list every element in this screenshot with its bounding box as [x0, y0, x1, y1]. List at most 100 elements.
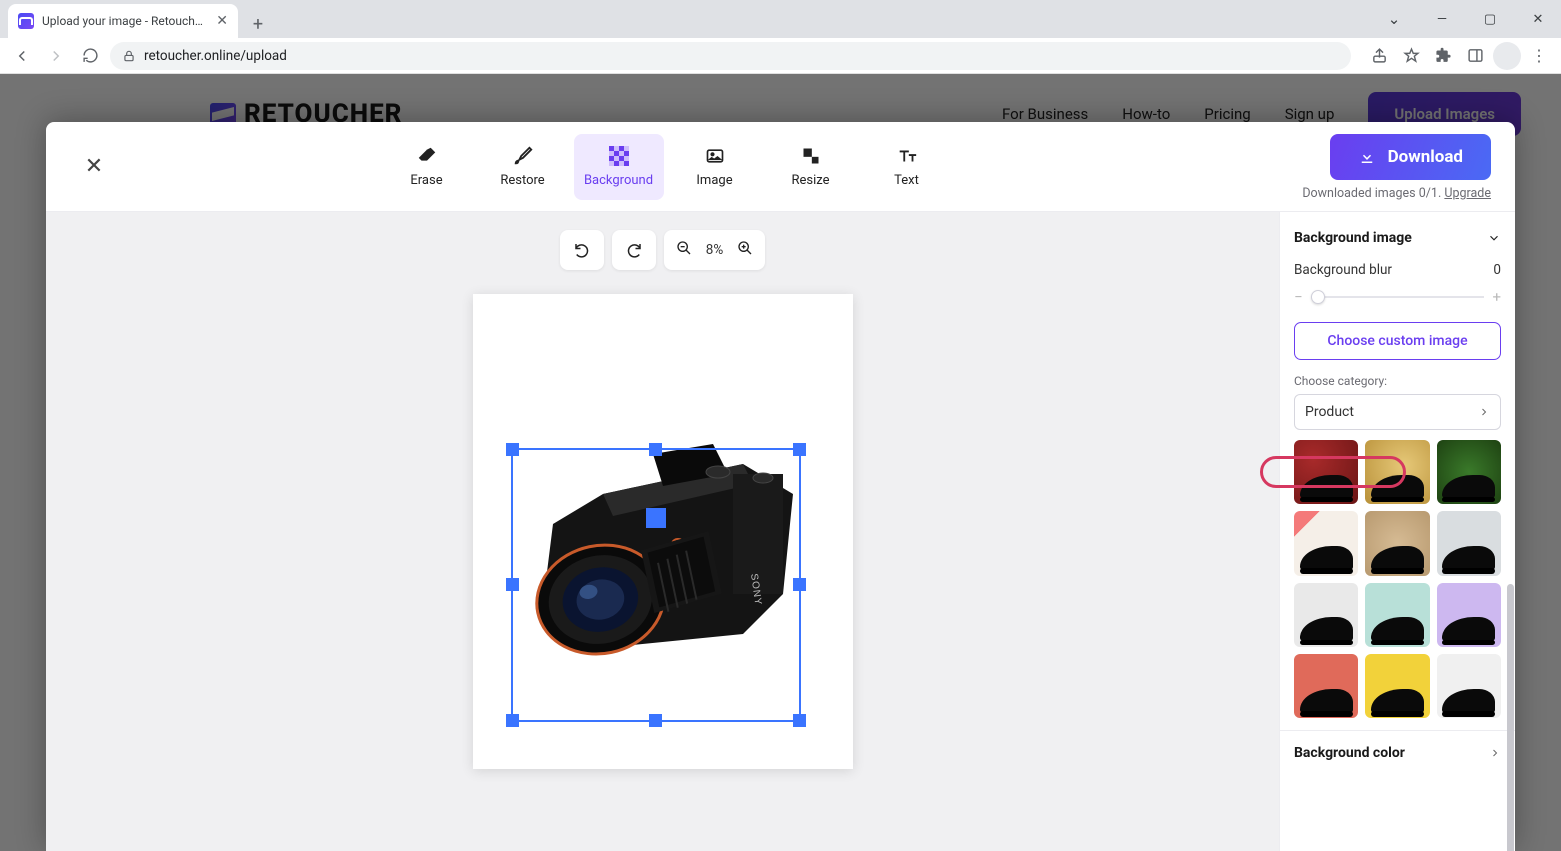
- choose-category-label: Choose category:: [1294, 374, 1501, 388]
- nav-back-button[interactable]: [8, 42, 36, 70]
- selection-bounding-box[interactable]: [511, 448, 801, 722]
- shoe-preview-icon: [1442, 546, 1495, 572]
- window-minimize-icon[interactable]: —: [1419, 3, 1465, 35]
- redo-button[interactable]: [612, 230, 656, 270]
- bookmark-icon[interactable]: [1397, 42, 1425, 70]
- tool-restore[interactable]: Restore: [478, 134, 568, 200]
- resize-handle-ne[interactable]: [793, 443, 806, 456]
- nav-reload-button[interactable]: [76, 42, 104, 70]
- slider-track[interactable]: [1311, 296, 1485, 298]
- sidebar-panel: Background image Background blur 0 − + C…: [1279, 212, 1515, 851]
- extensions-icon[interactable]: [1429, 42, 1457, 70]
- blur-value: 0: [1493, 262, 1501, 278]
- browser-toolbar: retoucher.online/upload ⋮: [0, 38, 1561, 74]
- zoom-out-button[interactable]: [676, 240, 692, 260]
- download-button[interactable]: Download: [1330, 134, 1491, 180]
- download-icon: [1358, 148, 1376, 166]
- slider-plus-icon[interactable]: +: [1492, 288, 1501, 306]
- checkerboard-icon: [608, 145, 630, 167]
- shoe-preview-icon: [1371, 617, 1424, 643]
- bg-thumbnail[interactable]: [1365, 511, 1429, 575]
- browser-tab-bar: Upload your image - Retoucher.O ✕ + ⌄ — …: [0, 0, 1561, 38]
- zoom-level: 8%: [706, 242, 723, 258]
- shoe-preview-icon: [1371, 546, 1424, 572]
- bg-thumbnail[interactable]: [1294, 583, 1358, 647]
- profile-avatar[interactable]: [1493, 42, 1521, 70]
- chevron-down-icon: [1487, 231, 1501, 245]
- chevron-right-icon: [1478, 406, 1490, 418]
- resize-handle-e[interactable]: [793, 578, 806, 591]
- zoom-in-button[interactable]: [737, 240, 753, 260]
- lock-icon: [122, 49, 136, 63]
- resize-handle-se[interactable]: [793, 714, 806, 727]
- tab-close-icon[interactable]: ✕: [216, 13, 228, 29]
- new-tab-button[interactable]: +: [244, 10, 272, 38]
- zoom-control: 8%: [664, 230, 765, 270]
- bg-thumbnail[interactable]: [1437, 440, 1501, 504]
- text-icon: [896, 145, 918, 167]
- shoe-preview-icon: [1300, 475, 1353, 501]
- side-panel-icon[interactable]: [1461, 42, 1489, 70]
- chrome-menu-icon[interactable]: ⋮: [1525, 42, 1553, 70]
- category-value: Product: [1305, 404, 1354, 420]
- upgrade-link[interactable]: Upgrade: [1444, 186, 1491, 201]
- image-icon: [704, 145, 726, 167]
- tool-image[interactable]: Image: [670, 134, 760, 200]
- choose-custom-image-button[interactable]: Choose custom image: [1294, 322, 1501, 360]
- tool-text[interactable]: Text: [862, 134, 952, 200]
- tool-erase[interactable]: Erase: [382, 134, 472, 200]
- eraser-icon: [416, 145, 438, 167]
- resize-handle-sw[interactable]: [506, 714, 519, 727]
- undo-button[interactable]: [560, 230, 604, 270]
- resize-handle-w[interactable]: [506, 578, 519, 591]
- bg-thumbnail[interactable]: [1365, 440, 1429, 504]
- nav-forward-button[interactable]: [42, 42, 70, 70]
- resize-handle-nw[interactable]: [506, 443, 519, 456]
- bg-thumbnail[interactable]: [1437, 583, 1501, 647]
- canvas-area: 8%: [46, 212, 1279, 851]
- background-thumbnails: [1294, 440, 1501, 718]
- bg-thumbnail[interactable]: [1437, 654, 1501, 718]
- panel-background-color-header[interactable]: Background color: [1280, 730, 1515, 761]
- rotate-handle[interactable]: [646, 508, 666, 528]
- sidebar-scrollbar[interactable]: [1507, 584, 1514, 851]
- tab-overflow-icon[interactable]: ⌄: [1371, 3, 1417, 35]
- slider-minus-icon[interactable]: −: [1294, 288, 1303, 306]
- window-close-icon[interactable]: ✕: [1515, 3, 1561, 35]
- address-bar[interactable]: retoucher.online/upload: [110, 42, 1351, 70]
- blur-label: Background blur: [1294, 262, 1392, 278]
- shoe-preview-icon: [1300, 617, 1353, 643]
- shoe-preview-icon: [1300, 689, 1353, 715]
- shoe-preview-icon: [1371, 475, 1424, 501]
- download-quota-text: Downloaded images 0/1. Upgrade: [1302, 186, 1491, 201]
- window-controls: ⌄ — ▢ ✕: [1371, 0, 1561, 38]
- bg-thumbnail[interactable]: [1365, 583, 1429, 647]
- shoe-preview-icon: [1371, 689, 1424, 715]
- bg-thumbnail[interactable]: [1365, 654, 1429, 718]
- bg-thumbnail[interactable]: [1437, 511, 1501, 575]
- tool-background[interactable]: Background: [574, 134, 664, 200]
- category-select[interactable]: Product: [1294, 394, 1501, 430]
- url-text: retoucher.online/upload: [144, 48, 287, 64]
- slider-thumb[interactable]: [1311, 290, 1325, 304]
- browser-tab[interactable]: Upload your image - Retoucher.O ✕: [8, 4, 238, 38]
- tab-favicon: [18, 13, 34, 29]
- window-maximize-icon[interactable]: ▢: [1467, 3, 1513, 35]
- bg-thumbnail[interactable]: [1294, 511, 1358, 575]
- blur-slider[interactable]: − +: [1294, 282, 1501, 322]
- shoe-preview-icon: [1300, 546, 1353, 572]
- share-icon[interactable]: [1365, 42, 1393, 70]
- tab-title: Upload your image - Retoucher.O: [42, 14, 208, 28]
- editor-close-button[interactable]: ✕: [76, 149, 112, 185]
- bg-thumbnail[interactable]: [1294, 654, 1358, 718]
- brush-icon: [512, 145, 534, 167]
- resize-handle-s[interactable]: [649, 714, 662, 727]
- editor-toolbar: ✕ Erase Restore Background: [46, 122, 1515, 212]
- bg-thumbnail[interactable]: [1294, 440, 1358, 504]
- tool-resize[interactable]: Resize: [766, 134, 856, 200]
- resize-icon: [800, 145, 822, 167]
- shoe-preview-icon: [1442, 689, 1495, 715]
- artboard-canvas[interactable]: SONY: [473, 294, 853, 769]
- panel-background-image-header[interactable]: Background image: [1294, 226, 1501, 258]
- resize-handle-n[interactable]: [649, 443, 662, 456]
